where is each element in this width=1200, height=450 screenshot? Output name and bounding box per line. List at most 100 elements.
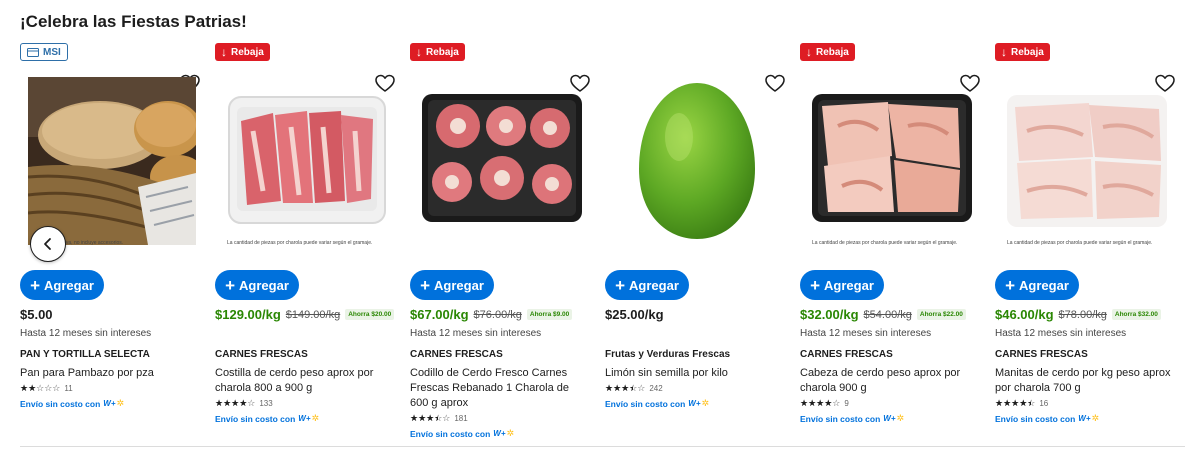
shipping-text: Envío sin costo con (215, 413, 296, 424)
badge-label: Rebaja (1011, 46, 1044, 58)
star-rating-icon: ☆☆☆☆☆★★★★★ (20, 383, 61, 393)
product-image[interactable] (1003, 76, 1171, 246)
image-caption: La cantidad de piezas por charola puede … (1007, 240, 1153, 246)
product-name[interactable]: Costilla de cerdo peso aprox por charola… (215, 366, 395, 396)
saving-badge: Ahorra $32.00 (1111, 309, 1161, 320)
product-image[interactable] (418, 76, 586, 246)
product-card[interactable]: ↓ Rebaja La cantidad de piezas por charo… (215, 42, 395, 442)
saving-badge: Ahorra $9.00 (526, 309, 573, 320)
rating: ☆☆☆☆☆★★★★★ 9 (800, 399, 849, 409)
rating: ☆☆☆☆☆★★★★★ 181 (410, 413, 468, 424)
rebaja-badge: ↓ Rebaja (800, 43, 855, 61)
arrow-down-icon: ↓ (416, 45, 422, 59)
review-count: 9 (844, 399, 849, 408)
old-price: $149.00/kg (285, 308, 341, 321)
divider (20, 446, 1185, 447)
product-name[interactable]: Limón sin semilla por kilo (605, 366, 785, 381)
star-rating-icon: ☆☆☆☆☆★★★★★ (410, 413, 451, 423)
rebaja-badge: ↓ Rebaja (410, 43, 465, 61)
review-count: 242 (649, 384, 663, 393)
department-label: CARNES FRESCAS (995, 349, 1088, 360)
rating: ☆☆☆☆☆★★★★★ 242 (605, 383, 663, 394)
add-to-cart-button[interactable]: + Agregar (995, 270, 1079, 300)
installments-text: Hasta 12 meses sin intereses (800, 328, 932, 339)
star-rating-icon: ☆☆☆☆☆★★★★★ (605, 383, 646, 393)
product-carousel: MSI Imagen ilustrativa, no incluye acces… (0, 42, 1200, 442)
rating: ☆☆☆☆☆★★★★★ 11 (20, 383, 73, 394)
plus-icon: + (615, 275, 626, 295)
saving-badge: Ahorra $22.00 (916, 309, 966, 320)
walmart-pass-icon: W+ ✲ (688, 398, 710, 408)
card-icon (27, 47, 39, 57)
product-image[interactable] (223, 76, 391, 246)
image-caption: La cantidad de piezas por charola puede … (227, 240, 373, 246)
add-to-cart-button[interactable]: + Agregar (800, 270, 884, 300)
star-rating-icon: ☆☆☆☆☆★★★★★ (995, 398, 1036, 408)
old-price: $76.00/kg (473, 308, 522, 321)
add-to-cart-button[interactable]: + Agregar (215, 270, 299, 300)
plus-icon: + (1005, 275, 1016, 295)
walmart-pass-icon: W+ ✲ (298, 413, 320, 423)
chevron-left-icon (44, 238, 51, 250)
add-to-cart-button[interactable]: + Agregar (410, 270, 494, 300)
saving-badge: Ahorra $20.00 (345, 309, 395, 320)
free-shipping-label: Envío sin costo con W+ ✲ (605, 398, 709, 409)
add-button-label: Agregar (239, 277, 289, 293)
shipping-text: Envío sin costo con (605, 398, 686, 409)
rebaja-badge: ↓ Rebaja (995, 43, 1050, 61)
add-to-cart-button[interactable]: + Agregar (605, 270, 689, 300)
department-label: CARNES FRESCAS (800, 349, 893, 360)
price-row: $5.00 (20, 307, 210, 322)
review-count: 16 (1039, 399, 1049, 408)
old-price: $54.00/kg (863, 308, 912, 321)
product-card[interactable]: ↓ Rebaja La cantidad de piezas por charo… (800, 42, 980, 442)
star-rating-icon: ☆☆☆☆☆★★★★★ (215, 398, 256, 408)
current-price: $5.00 (20, 307, 53, 322)
add-to-cart-button[interactable]: + Agregar (20, 270, 104, 300)
badge-label: MSI (43, 46, 61, 58)
product-name[interactable]: Manitas de cerdo por kg peso aprox por c… (995, 366, 1175, 396)
department-label: CARNES FRESCAS (410, 349, 503, 360)
free-shipping-label: Envío sin costo con W+ ✲ (215, 413, 319, 424)
current-price: $46.00/kg (995, 307, 1054, 322)
shipping-text: Envío sin costo con (995, 413, 1076, 424)
arrow-down-icon: ↓ (806, 45, 812, 59)
department-label: CARNES FRESCAS (215, 349, 308, 360)
current-price: $67.00/kg (410, 307, 469, 322)
add-button-label: Agregar (1019, 277, 1069, 293)
walmart-pass-icon: W+ ✲ (493, 428, 515, 438)
product-card[interactable]: ↓ Rebaja + Agregar $67.00/kg $76.00/kg Aho… (410, 42, 590, 442)
price-row: $67.00/kg $76.00/kg Ahorra $9.00 (410, 307, 600, 322)
carousel-prev-button[interactable] (30, 226, 66, 262)
department-label: Frutas y Verduras Frescas (605, 349, 731, 360)
product-card[interactable]: ↓ Rebaja La cantidad de piezas por charo… (995, 42, 1175, 442)
walmart-pass-icon: W+ ✲ (103, 398, 125, 408)
add-button-label: Agregar (824, 277, 874, 293)
free-shipping-label: Envío sin costo con W+ ✲ (995, 413, 1099, 424)
walmart-pass-icon: W+ ✲ (883, 413, 905, 423)
add-button-label: Agregar (434, 277, 484, 293)
installments-text: Hasta 12 meses sin intereses (995, 328, 1127, 339)
product-image[interactable] (808, 76, 976, 246)
product-name[interactable]: Cabeza de cerdo peso aprox por charola 9… (800, 366, 980, 396)
product-name[interactable]: Codillo de Cerdo Fresco Carnes Frescas R… (410, 366, 590, 411)
badge-label: Rebaja (816, 46, 849, 58)
plus-icon: + (810, 275, 821, 295)
product-name[interactable]: Pan para Pambazo por pza (20, 366, 200, 381)
price-row: $25.00/kg (605, 307, 795, 322)
product-image[interactable] (28, 76, 196, 246)
badge-label: Rebaja (426, 46, 459, 58)
installments-text: Hasta 12 meses sin intereses (410, 328, 542, 339)
review-count: 11 (64, 384, 73, 393)
installments-text: Hasta 12 meses sin intereses (20, 328, 152, 339)
add-button-label: Agregar (44, 277, 94, 293)
rebaja-badge: ↓ Rebaja (215, 43, 270, 61)
plus-icon: + (225, 275, 236, 295)
review-count: 181 (454, 414, 468, 423)
price-row: $32.00/kg $54.00/kg Ahorra $22.00 (800, 307, 990, 322)
product-image[interactable] (613, 76, 781, 246)
current-price: $32.00/kg (800, 307, 859, 322)
arrow-down-icon: ↓ (221, 45, 227, 59)
old-price: $78.00/kg (1058, 308, 1107, 321)
product-card[interactable]: + Agregar $25.00/kg Frutas y Verduras Fre… (605, 42, 785, 442)
